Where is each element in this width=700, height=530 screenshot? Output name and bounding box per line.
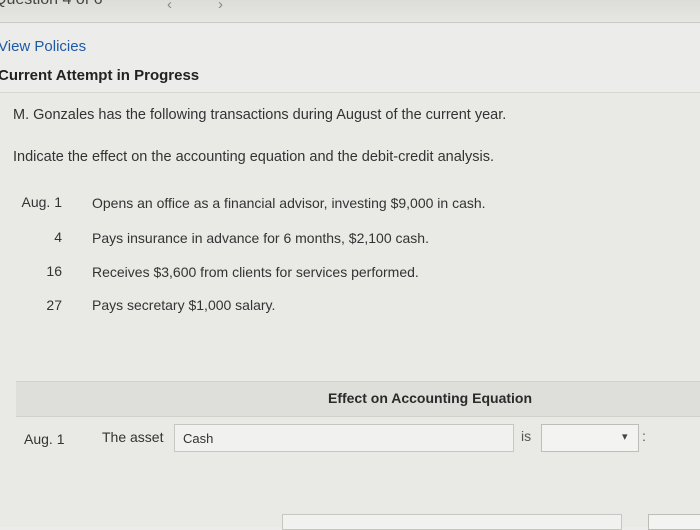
answer-row-date: Aug. 1: [24, 431, 65, 447]
account-input[interactable]: Cash: [174, 424, 514, 452]
problem-intro: M. Gonzales has the following transactio…: [13, 107, 507, 123]
chevron-right-icon[interactable]: ›: [218, 0, 223, 13]
transaction-date: Aug. 1: [21, 194, 62, 210]
transaction-date: 4: [54, 229, 62, 245]
answer-row-label: The asset: [102, 429, 164, 445]
transaction-date: 16: [46, 263, 62, 279]
attempt-status: Current Attempt in Progress: [0, 67, 200, 84]
question-counter: Question 4 of 6: [0, 0, 103, 9]
next-row-input[interactable]: [282, 514, 622, 530]
transaction-description: Pays secretary $1,000 salary.: [92, 297, 276, 313]
view-policies-link[interactable]: View Policies: [0, 38, 86, 55]
transaction-description: Pays insurance in advance for 6 months, …: [92, 230, 429, 246]
chevron-down-icon[interactable]: ▾: [622, 430, 628, 443]
next-row-select[interactable]: [648, 514, 700, 530]
chevron-left-icon[interactable]: ‹: [167, 0, 172, 13]
transaction-description: Opens an office as a financial advisor, …: [92, 195, 486, 211]
section-header: Effect on Accounting Equation: [327, 390, 533, 406]
trailing-colon: :: [642, 428, 646, 444]
transaction-date: 27: [46, 297, 62, 313]
problem-instruction: Indicate the effect on the accounting eq…: [13, 149, 494, 165]
is-label: is: [521, 428, 532, 444]
top-bar: [0, 0, 700, 23]
transaction-description: Receives $3,600 from clients for service…: [92, 264, 419, 280]
